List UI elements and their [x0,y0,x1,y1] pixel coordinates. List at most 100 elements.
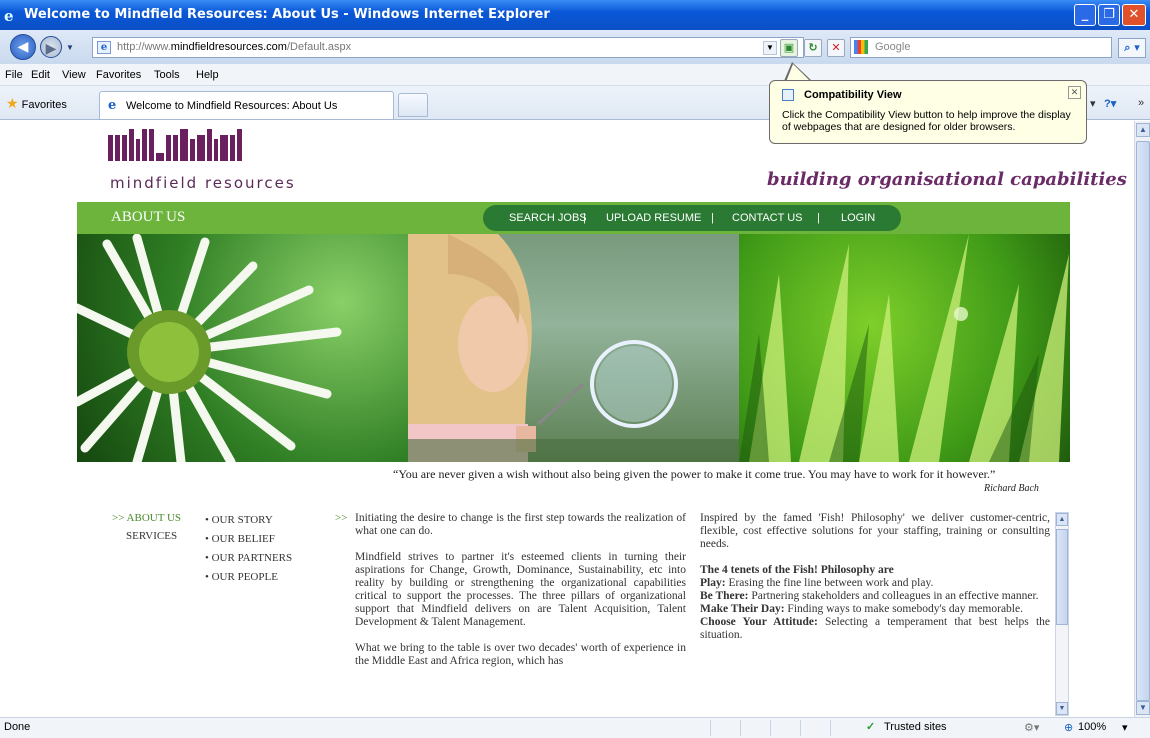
zoom-level[interactable]: 100% [1078,721,1106,733]
hero-flower-image [77,234,408,462]
back-button[interactable]: ◀ [10,34,36,60]
site-header-bar: ABOUT US SEARCH JOBS | UPLOAD RESUME | C… [77,202,1070,234]
content-column-1: Initiating the desire to change is the f… [355,512,686,681]
tab-title: Welcome to Mindfield Resources: About Us [126,100,338,112]
status-cell [800,720,830,736]
popup-title: Compatibility View [804,89,902,101]
status-cell [770,720,800,736]
minimize-button[interactable]: _ [1074,4,1096,26]
maximize-button[interactable]: ❐ [1098,4,1120,26]
status-cell [710,720,740,736]
page-scroll-down-icon[interactable]: ▼ [1136,701,1150,715]
popup-close-button[interactable]: ✕ [1068,86,1081,99]
google-icon [854,40,868,54]
ie-logo-icon: e [4,7,14,25]
menu-view[interactable]: View [62,69,86,81]
scroll-thumb[interactable] [1056,529,1068,625]
fish-philosophy-intro: Inspired by the famed 'Fish! Philosophy'… [700,512,1050,550]
webpage-viewport: mindfield resources building organisatio… [0,121,1134,717]
new-tab-button[interactable] [398,93,428,117]
logo-subtitle: mindfield resources [110,174,296,192]
refresh-icon[interactable]: ↻ [804,39,822,57]
sub-nav-our-story[interactable]: • OUR STORY [205,511,292,530]
favorites-button[interactable]: ★ Favorites [6,95,67,112]
help-icon[interactable]: ?▾ [1104,97,1116,110]
history-dropdown-icon[interactable]: ▼ [66,43,74,52]
nav-search-jobs[interactable]: SEARCH JOBS [509,212,587,224]
nav-separator: | [583,212,586,224]
tab-ie-icon: e [108,98,117,113]
search-button[interactable]: ⌕ ▾ [1118,38,1146,58]
tenet-item: Choose Your Attitude: Selecting a temper… [700,616,1050,641]
page-scrollbar[interactable]: ▲ ▼ [1134,121,1150,717]
close-button[interactable]: ✕ [1122,4,1146,26]
stop-icon[interactable]: ✕ [827,39,845,57]
quote-author: Richard Bach [984,483,1039,494]
nav-separator: | [711,212,714,224]
sub-nav-our-people[interactable]: • OUR PEOPLE [205,568,292,587]
site-logo[interactable] [108,129,298,161]
site-tagline: building organisational capabilities [767,169,1127,190]
tenet-item: Make Their Day: Finding ways to make som… [700,603,1023,615]
nav-contact-us[interactable]: CONTACT US [732,212,803,224]
side-nav: >> ABOUT US SERVICES [112,512,181,542]
side-nav-about-us[interactable]: >> ABOUT US [112,512,181,524]
scroll-up-icon[interactable]: ▲ [1056,513,1068,526]
content-arrow: >> [335,512,348,524]
content-column-2: Inspired by the famed 'Fish! Philosophy'… [700,512,1050,642]
address-url[interactable]: http://www.mindfieldresources.com/Defaul… [117,41,351,53]
search-placeholder: Google [875,41,911,53]
protected-mode-icon[interactable]: ⚙▾ [1024,721,1039,734]
address-toolbar: ◀ ▶ ▼ e http://www.mindfieldresources.co… [0,30,1150,64]
zoom-icon[interactable]: ⊕ [1064,721,1073,734]
quote-text: “You are never given a wish without also… [393,467,996,481]
page-scroll-up-icon[interactable]: ▲ [1136,123,1150,137]
popup-body: Click the Compatibility View button to h… [782,109,1071,133]
hero-girl-bubble-image [408,234,739,462]
nav-upload-resume[interactable]: UPLOAD RESUME [606,212,701,224]
page-icon: e [97,41,111,54]
tenet-item: Be There: Partnering stakeholders and co… [700,590,1039,602]
checkmark-icon: ✓ [866,721,876,733]
nav-separator: | [817,212,820,224]
menu-favorites[interactable]: Favorites [96,69,141,81]
scroll-down-icon[interactable]: ▼ [1056,702,1068,715]
content-scrollbar[interactable]: ▲ ▼ [1055,512,1069,716]
content-paragraph: Mindfield strives to partner it's esteem… [355,551,686,628]
menu-help[interactable]: Help [196,69,219,81]
address-dropdown-icon[interactable]: ▼ [763,41,777,55]
security-zone[interactable]: Trusted sites [884,721,947,733]
sub-nav: • OUR STORY • OUR BELIEF • OUR PARTNERS … [205,511,292,587]
compatibility-view-icon[interactable]: ▣ [780,39,798,57]
browser-window: e Welcome to Mindfield Resources: About … [0,0,1150,738]
page-scroll-thumb[interactable] [1136,141,1150,701]
hero-banner [77,234,1070,462]
side-nav-services[interactable]: SERVICES [112,530,181,542]
sub-nav-our-partners[interactable]: • OUR PARTNERS [205,549,292,568]
menu-edit[interactable]: Edit [31,69,50,81]
address-bar[interactable]: e http://www.mindfieldresources.com/Defa… [92,37,804,58]
nav-login[interactable]: LOGIN [841,212,875,224]
status-text: Done [4,721,31,733]
compatibility-view-icon [782,89,794,101]
title-bar: e Welcome to Mindfield Resources: About … [0,0,1150,30]
menu-file[interactable]: File [5,69,23,81]
content-paragraph: Initiating the desire to change is the f… [355,512,686,537]
chevron-more-icon[interactable]: » [1138,97,1144,109]
search-box[interactable]: Google [850,37,1112,58]
status-bar: Done ✓ Trusted sites ⚙▾ ⊕ 100% ▾ [0,717,1150,738]
status-cell [740,720,770,736]
browser-tab[interactable]: e Welcome to Mindfield Resources: About … [99,91,394,119]
section-title: ABOUT US [111,209,186,225]
forward-button[interactable]: ▶ [40,36,62,58]
star-icon: ★ [6,95,19,111]
page-menu-icon[interactable]: ▾ [1090,97,1096,110]
sub-nav-our-belief[interactable]: • OUR BELIEF [205,530,292,549]
zoom-dropdown-icon[interactable]: ▾ [1122,721,1128,734]
tenet-item: Play: Erasing the fine line between work… [700,577,934,589]
hero-grass-image [739,234,1070,462]
content-paragraph: What we bring to the table is over two d… [355,642,686,667]
menu-tools[interactable]: Tools [154,69,180,81]
compatibility-view-popup: Compatibility View ✕ Click the Compatibi… [769,80,1087,144]
tenets-title: The 4 tenets of the Fish! Philosophy are [700,564,894,576]
